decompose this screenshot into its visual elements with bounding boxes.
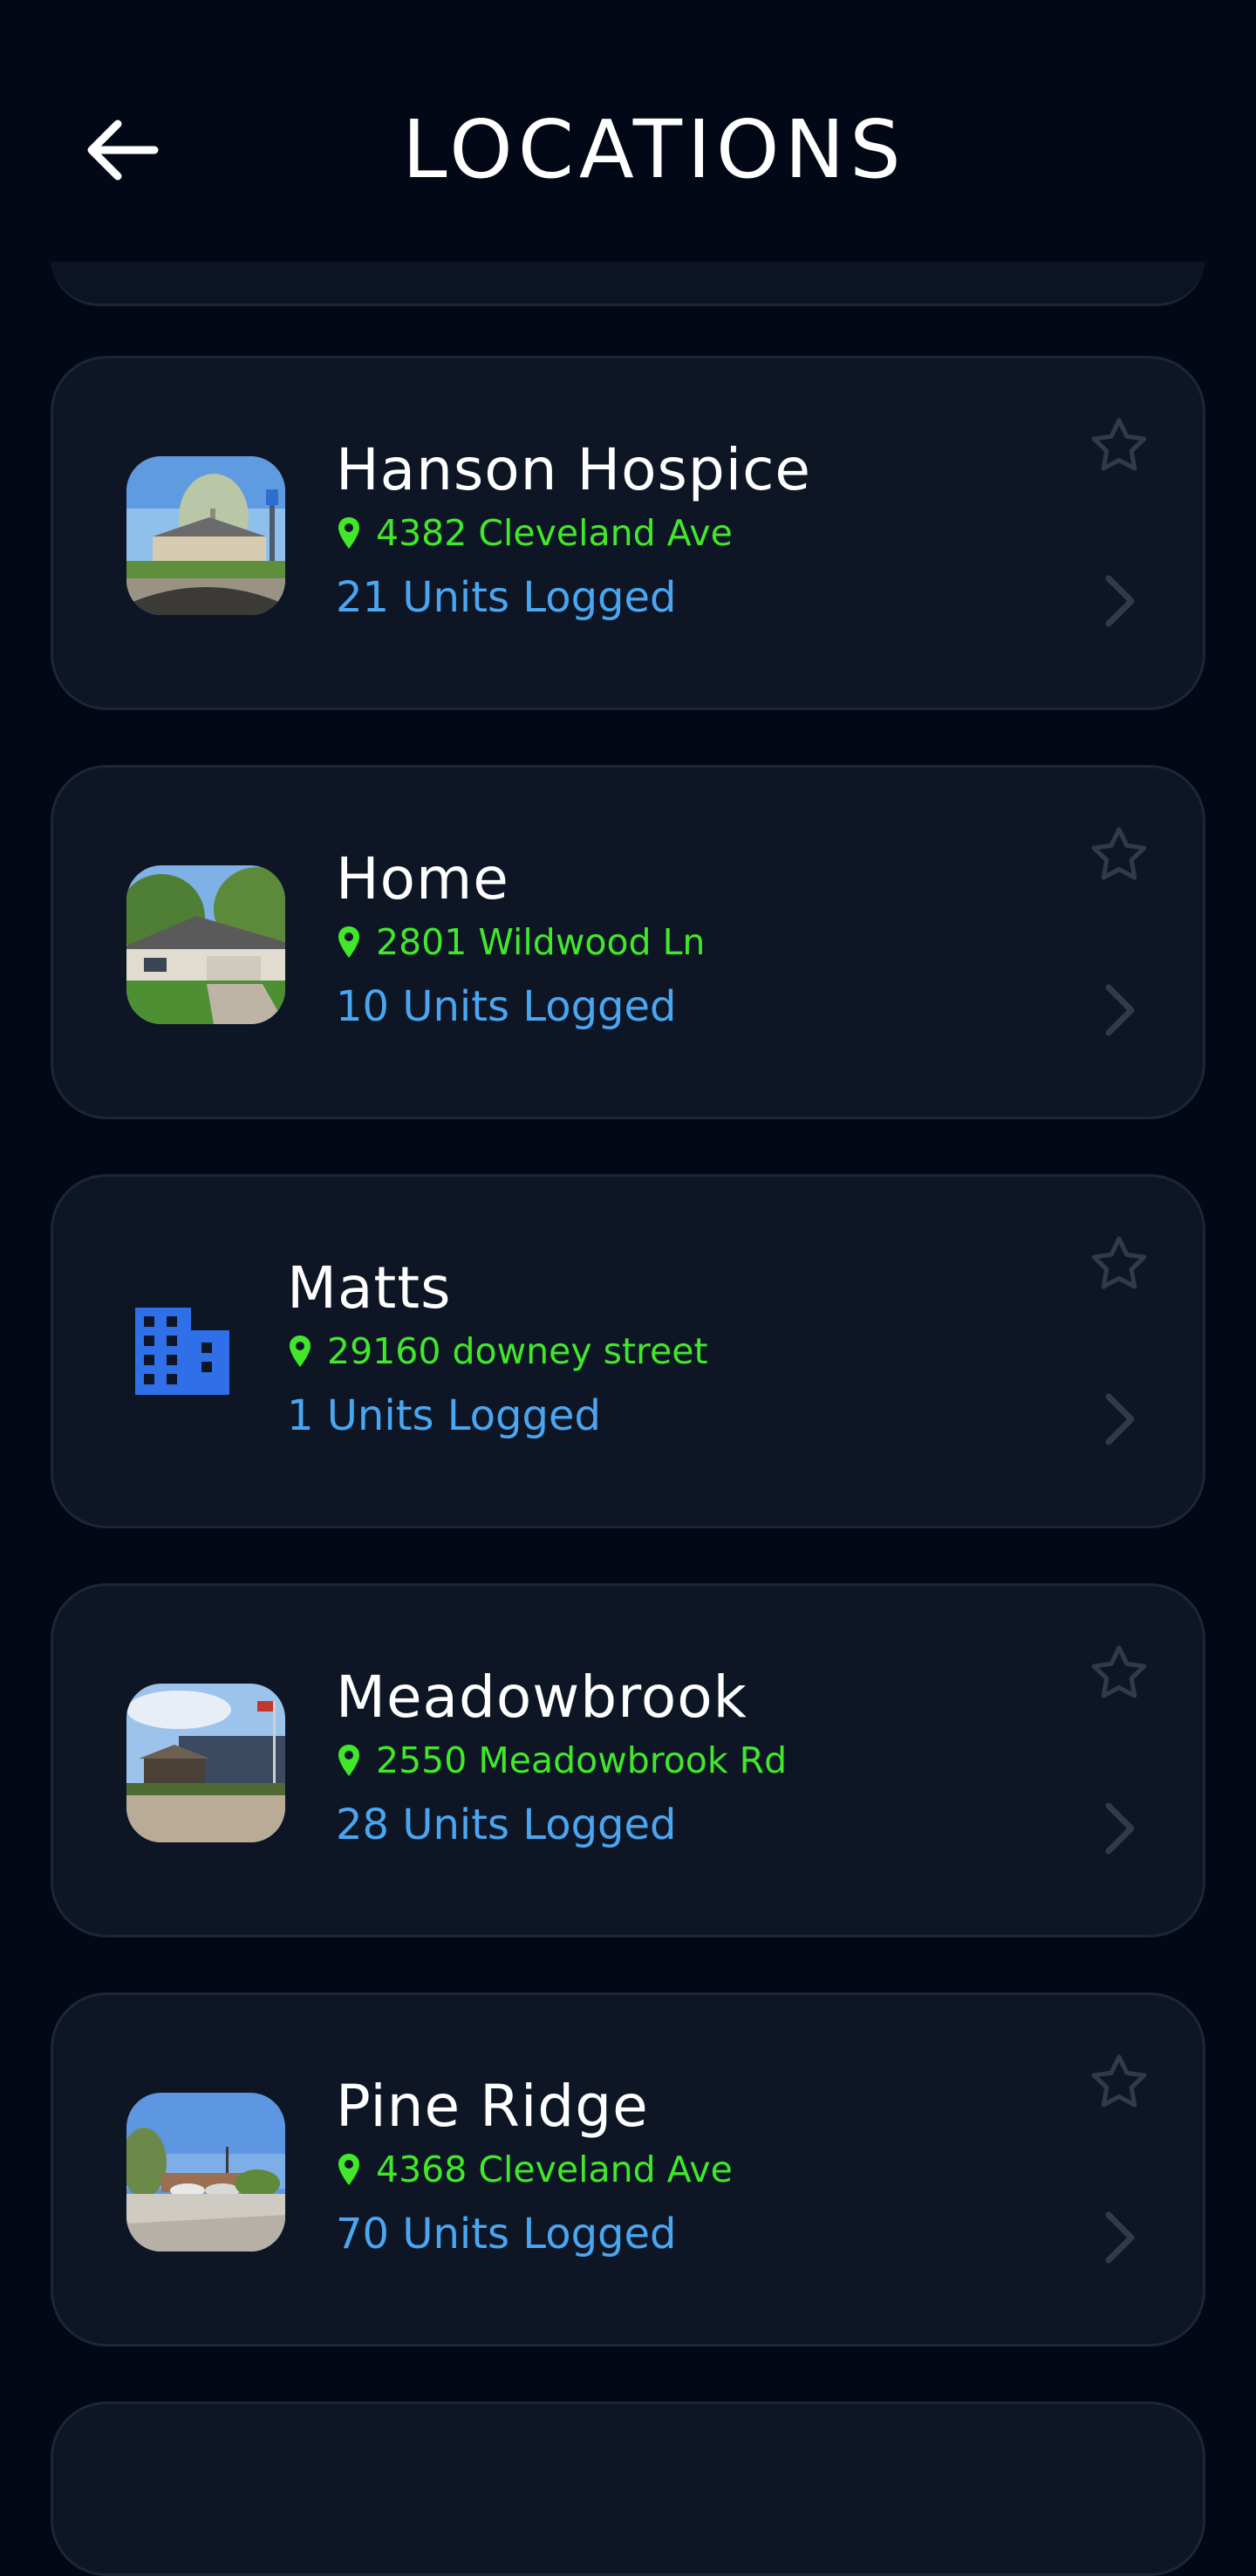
location-address-text: 4368 Cleveland Ave — [376, 2149, 733, 2190]
location-card-pine-ridge[interactable]: Pine Ridge 4368 Cleveland Ave 70 Units L… — [51, 1992, 1205, 2347]
location-address: 29160 downey street — [287, 1329, 708, 1374]
chevron-right-icon[interactable] — [1100, 1391, 1142, 1447]
favorite-star-icon[interactable] — [1086, 413, 1152, 479]
chevron-right-icon[interactable] — [1100, 982, 1142, 1038]
favorite-star-icon[interactable] — [1086, 1231, 1152, 1297]
location-address-text: 4382 Cleveland Ave — [376, 512, 733, 554]
location-photo — [126, 865, 285, 1024]
chevron-right-icon[interactable] — [1100, 1800, 1142, 1856]
location-name: Matts — [287, 1254, 452, 1322]
building-icon — [135, 1308, 229, 1395]
location-units-logged: 21 Units Logged — [336, 573, 677, 622]
location-card-matts[interactable]: Matts 29160 downey street 1 Units Logged — [51, 1174, 1205, 1528]
location-address-text: 29160 downey street — [327, 1330, 708, 1372]
chevron-right-icon[interactable] — [1100, 573, 1142, 629]
location-name: Home — [336, 845, 509, 912]
favorite-star-icon[interactable] — [1086, 2049, 1152, 2115]
location-card-partial-bottom[interactable] — [51, 2402, 1205, 2576]
location-name: Pine Ridge — [336, 2073, 649, 2140]
location-card-hanson-hospice[interactable]: Hanson Hospice 4382 Cleveland Ave 21 Uni… — [51, 356, 1205, 710]
location-photo — [126, 1684, 285, 1842]
location-units-logged: 1 Units Logged — [287, 1391, 601, 1440]
location-card-meadowbrook[interactable]: Meadowbrook 2550 Meadowbrook Rd 28 Units… — [51, 1583, 1205, 1937]
location-units-logged: 28 Units Logged — [336, 1800, 677, 1849]
location-photo — [126, 2093, 285, 2251]
location-units-logged: 70 Units Logged — [336, 2210, 677, 2258]
favorite-star-icon[interactable] — [1086, 822, 1152, 888]
location-name: Meadowbrook — [336, 1664, 747, 1731]
location-photo — [126, 456, 285, 615]
app-header: LOCATIONS — [0, 0, 1256, 262]
location-address-text: 2550 Meadowbrook Rd — [376, 1739, 788, 1781]
map-pin-icon — [338, 926, 359, 958]
map-pin-icon — [290, 1336, 311, 1367]
location-card-home[interactable]: Home 2801 Wildwood Ln 10 Units Logged — [51, 765, 1205, 1119]
location-units-logged: 10 Units Logged — [336, 982, 677, 1031]
location-address: 2550 Meadowbrook Rd — [336, 1738, 787, 1783]
map-pin-icon — [338, 2154, 359, 2185]
location-address: 4368 Cleveland Ave — [336, 2147, 733, 2192]
location-address: 2801 Wildwood Ln — [336, 919, 705, 965]
location-address-text: 2801 Wildwood Ln — [376, 921, 706, 963]
map-pin-icon — [338, 517, 359, 549]
location-address: 4382 Cleveland Ave — [336, 510, 811, 556]
favorite-star-icon[interactable] — [1086, 1640, 1152, 1706]
map-pin-icon — [338, 1745, 359, 1776]
chevron-right-icon[interactable] — [1100, 2210, 1142, 2265]
page-title: LOCATIONS — [402, 103, 906, 196]
location-name: Hanson Hospice — [336, 436, 811, 503]
